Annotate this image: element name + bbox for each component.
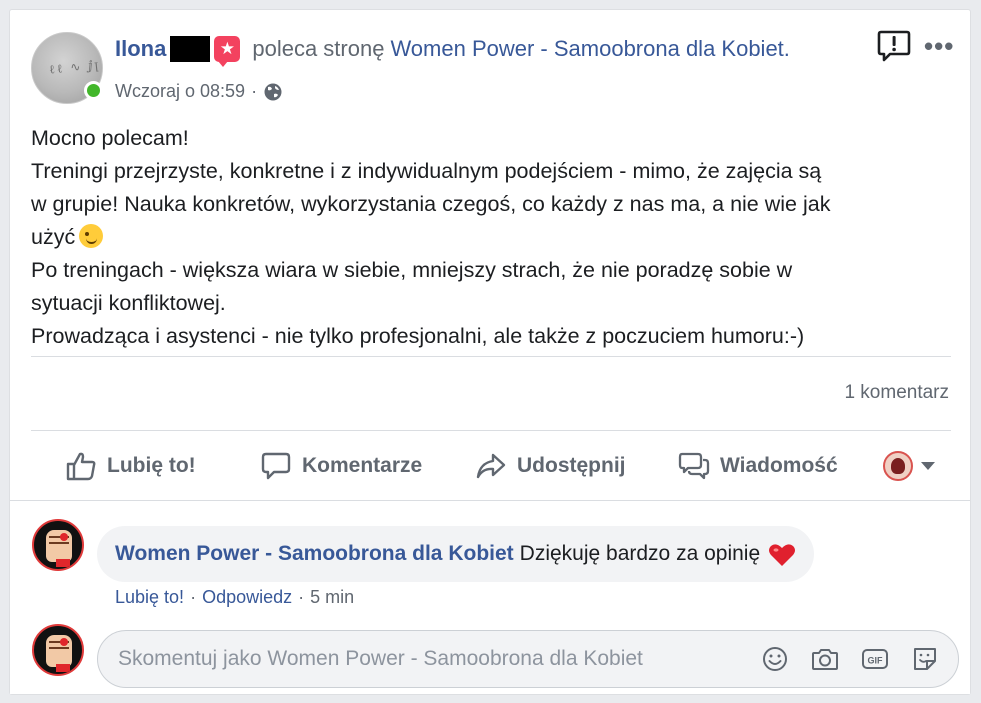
chevron-down-icon bbox=[921, 462, 935, 470]
avatar-scribble: ℓℓ ∿ ⅉꞁ bbox=[48, 57, 101, 77]
logo-band bbox=[56, 559, 70, 567]
meta-separator: · bbox=[190, 587, 197, 607]
gif-icon[interactable]: GIF bbox=[860, 644, 890, 674]
share-label: Udostępnij bbox=[517, 454, 626, 477]
like-label: Lubię to! bbox=[107, 454, 196, 477]
post-text-line: użyć bbox=[31, 221, 951, 254]
post-text-line: Prowadząca i asystenci - nie tylko profe… bbox=[31, 324, 805, 348]
comment-count[interactable]: 1 komentarz bbox=[844, 382, 949, 404]
post-meta: Wczoraj o 08:59 · bbox=[115, 81, 283, 102]
commenter-avatar[interactable] bbox=[32, 519, 84, 571]
meta-separator: · bbox=[251, 81, 258, 101]
author-name[interactable]: Ilona bbox=[115, 36, 166, 62]
logo-heart-dot bbox=[60, 533, 68, 541]
post-timestamp[interactable]: Wczoraj o 08:59 bbox=[115, 81, 245, 102]
recommends-text: poleca stronę bbox=[252, 36, 385, 61]
wink-emoji bbox=[79, 224, 104, 248]
camera-icon[interactable] bbox=[810, 644, 840, 674]
post-body: Mocno polecam! Treningi przejrzyste, kon… bbox=[31, 122, 951, 353]
divider bbox=[31, 430, 951, 431]
page-mini-avatar bbox=[883, 451, 913, 481]
online-status-dot bbox=[84, 81, 103, 100]
comment-input[interactable] bbox=[118, 647, 738, 671]
comment-button[interactable]: Komentarze bbox=[260, 449, 422, 483]
post-text-line: Mocno polecam! bbox=[31, 126, 189, 150]
post-text-line: w grupie! Nauka konkretów, wykorzystania… bbox=[31, 192, 831, 216]
comment-author[interactable]: Women Power - Samoobrona dla Kobiet bbox=[115, 542, 514, 566]
message-button[interactable]: Wiadomość bbox=[678, 449, 838, 483]
comment-composer[interactable]: GIF bbox=[97, 630, 959, 688]
share-icon bbox=[476, 453, 506, 479]
post-text-line: Po treningach - większa wiara w siebie, … bbox=[31, 258, 793, 282]
fist-logo-icon bbox=[46, 530, 72, 562]
comment-text: Dziękuję bardzo za opinię bbox=[519, 542, 761, 565]
redacted-name-block bbox=[170, 36, 211, 62]
divider bbox=[31, 356, 951, 357]
globe-icon[interactable] bbox=[263, 82, 283, 102]
post-card: ℓℓ ∿ ⅉꞁ Ilona ★ poleca stronę Women Powe… bbox=[9, 9, 971, 695]
logo-band bbox=[56, 664, 70, 672]
post-text-line: sytuacji konfliktowej. bbox=[31, 291, 226, 315]
post-as-selector[interactable] bbox=[883, 449, 935, 483]
like-icon bbox=[66, 452, 96, 481]
like-button[interactable]: Lubię to! bbox=[65, 449, 196, 483]
svg-text:GIF: GIF bbox=[868, 656, 884, 666]
report-icon[interactable] bbox=[876, 28, 912, 64]
sticker-icon[interactable] bbox=[910, 644, 940, 674]
post-text-fragment: użyć bbox=[31, 225, 76, 249]
more-options-icon[interactable]: ••• bbox=[924, 33, 954, 59]
composer-icons: GIF bbox=[760, 644, 940, 674]
recommend-badge-icon: ★ bbox=[214, 36, 241, 67]
smiley-icon[interactable] bbox=[760, 644, 790, 674]
composer-avatar[interactable] bbox=[32, 624, 84, 676]
heart-emoji bbox=[769, 544, 796, 566]
page-link[interactable]: Women Power - Samoobrona dla Kobiet. bbox=[390, 36, 789, 62]
comment-like-link[interactable]: Lubię to! bbox=[115, 587, 184, 608]
comment-meta: Lubię to! · Odpowiedz · 5 min bbox=[115, 587, 354, 608]
message-icon bbox=[678, 452, 710, 480]
fist-logo-icon bbox=[46, 635, 72, 667]
logo-heart-dot bbox=[60, 638, 68, 646]
post-text-line: Treningi przejrzyste, konkretne i z indy… bbox=[31, 159, 822, 183]
comment-label: Komentarze bbox=[302, 454, 423, 477]
message-label: Wiadomość bbox=[720, 454, 838, 477]
meta-separator: · bbox=[298, 587, 305, 607]
comment-icon bbox=[261, 452, 291, 480]
comment-reply-link[interactable]: Odpowiedz bbox=[202, 587, 292, 608]
comment-bubble: Women Power - Samoobrona dla Kobiet Dzię… bbox=[97, 526, 815, 582]
share-button[interactable]: Udostępnij bbox=[475, 449, 626, 483]
post-header: Ilona ★ poleca stronę Women Power - Samo… bbox=[115, 34, 790, 67]
comment-time[interactable]: 5 min bbox=[310, 587, 354, 608]
